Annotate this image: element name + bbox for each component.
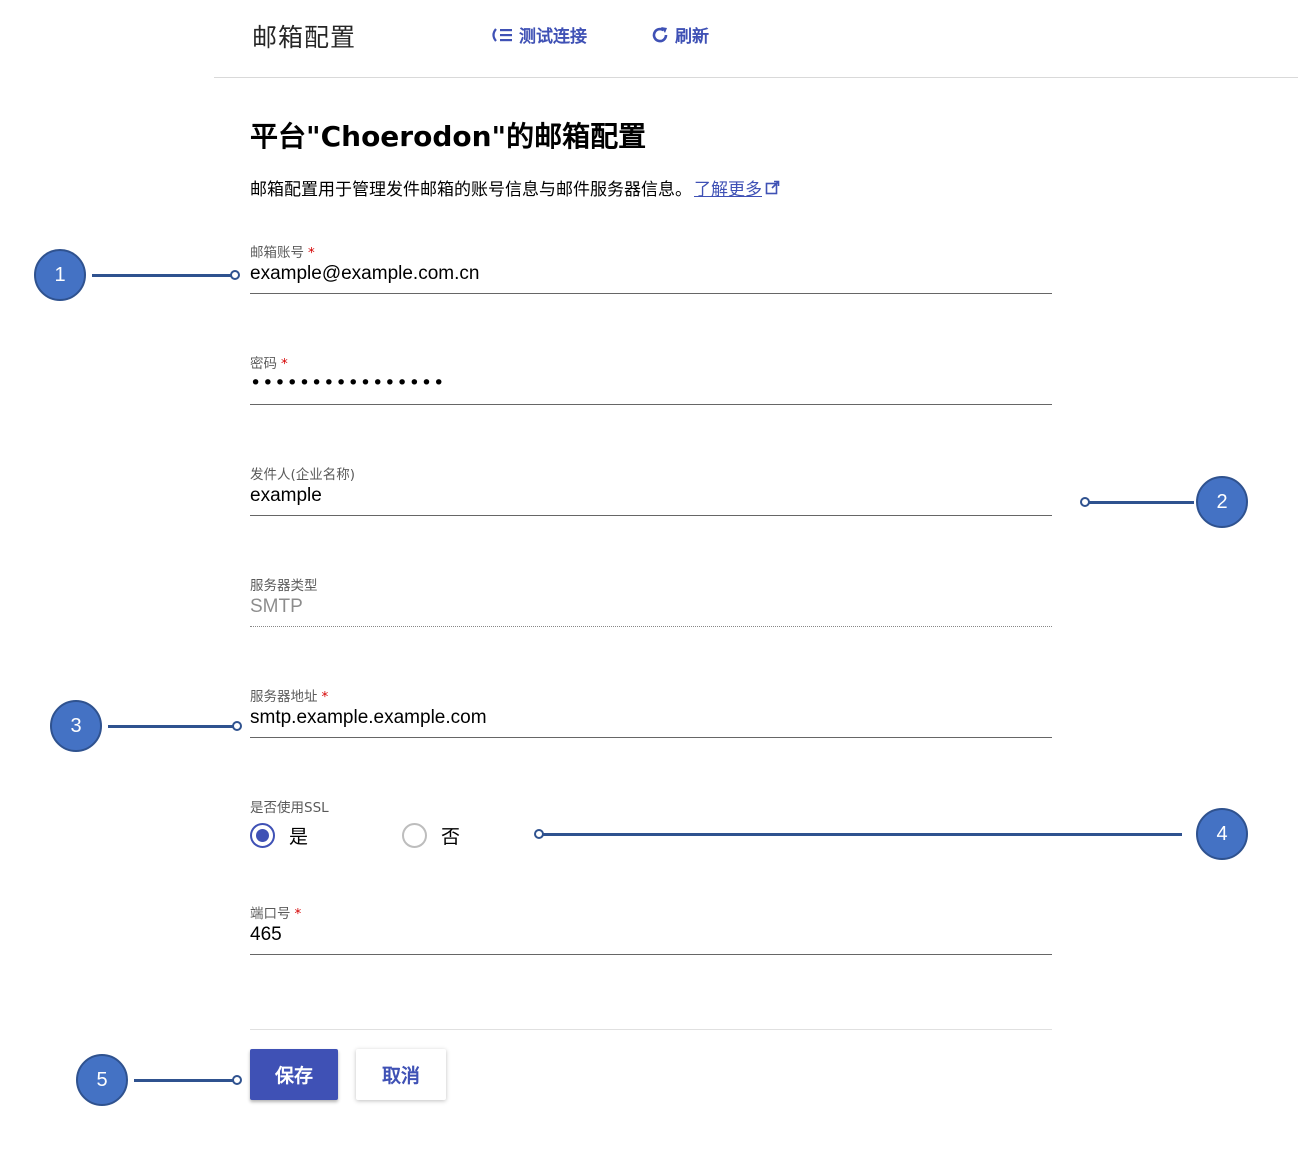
email-account-label-text: 邮箱账号	[250, 245, 304, 261]
required-mark: *	[294, 906, 302, 922]
page-header: 邮箱配置 测试连接 刷新	[214, 0, 1298, 78]
callout-3: 3	[50, 700, 102, 752]
radio-checked-icon[interactable]	[250, 823, 275, 848]
server-type-label: 服务器类型	[250, 578, 318, 594]
radio-unchecked-icon[interactable]	[402, 823, 427, 848]
callout-5-dot	[232, 1075, 242, 1085]
port-label-text: 端口号	[250, 906, 291, 922]
callout-3-leader	[108, 725, 236, 728]
email-account-field: 邮箱账号 *	[250, 241, 1052, 301]
required-mark: *	[321, 689, 329, 705]
ssl-no-radio[interactable]: 否	[402, 822, 460, 849]
sender-field: 发件人(企业名称)	[250, 463, 1052, 523]
description-text: 邮箱配置用于管理发件邮箱的账号信息与邮件服务器信息。	[250, 180, 692, 200]
server-address-field: 服务器地址 *	[250, 685, 1052, 745]
server-type-field: 服务器类型	[250, 574, 1052, 634]
ssl-radio-group: 是否使用SSL 是 否	[250, 796, 650, 856]
port-underline	[250, 954, 1052, 955]
callout-2: 2	[1196, 476, 1248, 528]
server-address-label-text: 服务器地址	[250, 689, 318, 705]
sender-underline	[250, 515, 1052, 516]
sender-label: 发件人(企业名称)	[250, 467, 356, 483]
required-mark: *	[281, 356, 288, 372]
port-label: 端口号 *	[250, 902, 301, 922]
callout-5: 5	[76, 1054, 128, 1106]
refresh-button[interactable]: 刷新	[650, 22, 709, 47]
test-connection-label: 测试连接	[519, 27, 587, 47]
email-account-label: 邮箱账号 *	[250, 241, 315, 261]
sender-input[interactable]	[250, 482, 1052, 510]
form-divider	[250, 1029, 1052, 1030]
external-link-icon[interactable]	[765, 180, 780, 195]
port-input[interactable]	[250, 921, 1052, 949]
password-field: 密码 * ••••••••••••••••	[250, 352, 1052, 412]
email-account-input[interactable]	[250, 260, 1052, 288]
callout-2-leader	[1086, 501, 1194, 504]
ssl-yes-label: 是	[289, 826, 309, 848]
port-field: 端口号 *	[250, 902, 1052, 962]
callout-4-dot	[534, 829, 544, 839]
refresh-label: 刷新	[675, 27, 709, 47]
page-description: 邮箱配置用于管理发件邮箱的账号信息与邮件服务器信息。 了解更多	[250, 175, 780, 200]
save-button[interactable]: 保存	[250, 1049, 338, 1100]
server-type-underline	[250, 626, 1052, 627]
test-connection-button[interactable]: 测试连接	[490, 22, 587, 47]
ssl-label: 是否使用SSL	[250, 800, 329, 816]
password-label-text: 密码	[250, 356, 277, 372]
callout-3-dot	[232, 721, 242, 731]
password-input[interactable]: ••••••••••••••••	[250, 372, 445, 394]
header-title: 邮箱配置	[252, 23, 357, 52]
refresh-icon	[652, 26, 668, 42]
email-account-underline	[250, 293, 1052, 294]
server-address-underline	[250, 737, 1052, 738]
callout-4-leader	[540, 833, 1182, 836]
ssl-yes-radio[interactable]: 是	[250, 822, 308, 849]
callout-2-dot	[1080, 497, 1090, 507]
ssl-no-label: 否	[441, 826, 461, 848]
page-title: 平台"Choerodon"的邮箱配置	[250, 120, 647, 153]
test-connection-icon	[492, 27, 512, 42]
callout-4: 4	[1196, 808, 1248, 860]
server-address-label: 服务器地址 *	[250, 685, 328, 705]
server-address-input[interactable]	[250, 704, 1052, 732]
callout-1-dot	[230, 270, 240, 280]
password-underline	[250, 404, 1052, 405]
callout-1: 1	[34, 249, 86, 301]
password-label: 密码 *	[250, 352, 288, 372]
cancel-button[interactable]: 取消	[356, 1049, 446, 1100]
callout-5-leader	[134, 1079, 238, 1082]
learn-more-link[interactable]: 了解更多	[694, 175, 762, 200]
callout-1-leader	[92, 274, 236, 277]
server-type-input	[250, 593, 1052, 621]
required-mark: *	[308, 245, 315, 261]
